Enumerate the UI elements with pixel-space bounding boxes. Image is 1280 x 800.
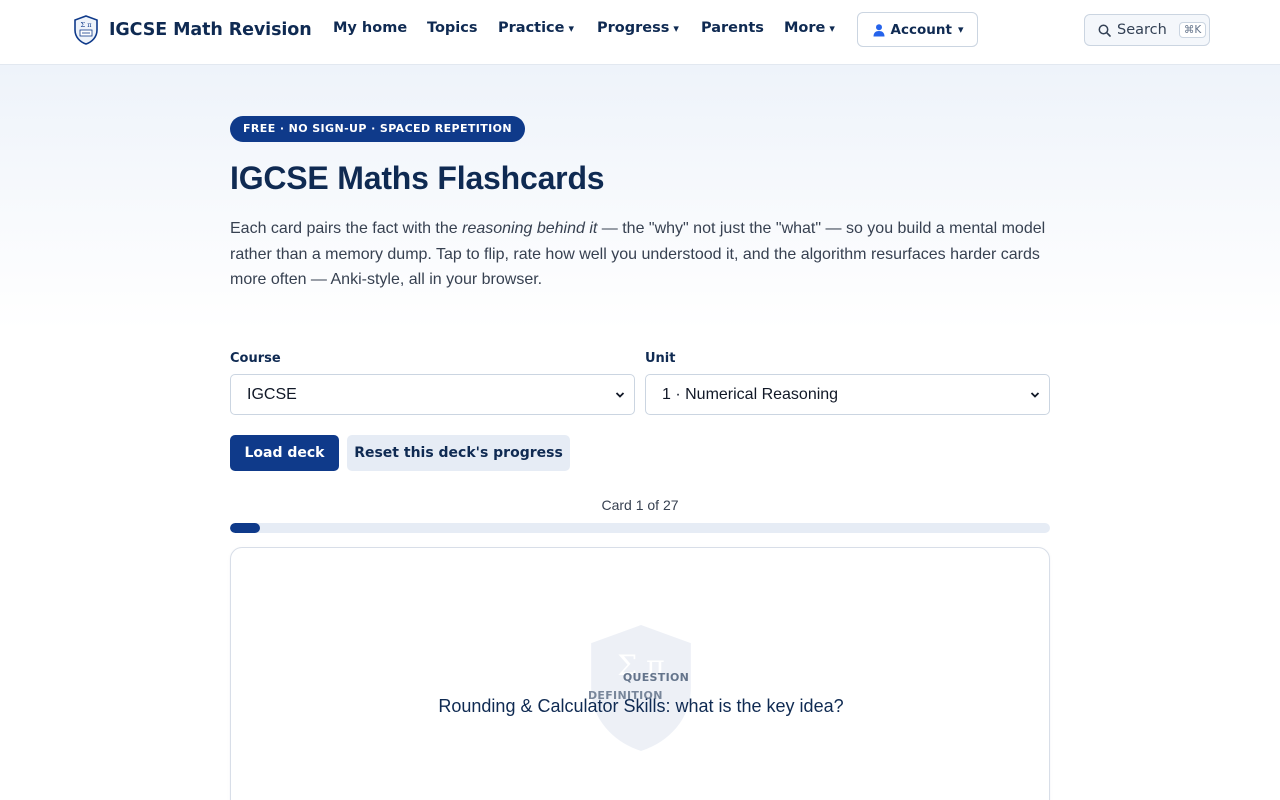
chevron-down-icon (615, 392, 625, 398)
nav-parents[interactable]: Parents (701, 20, 764, 36)
intro-emphasis: reasoning behind it (462, 220, 598, 237)
flashcard[interactable]: Σ π QUESTION DEFINITION Rounding & Calcu… (230, 547, 1050, 800)
search-button[interactable]: Search ⌘K (1084, 14, 1210, 46)
reset-progress-button[interactable]: Reset this deck's progress (347, 435, 570, 471)
course-label: Course (230, 351, 281, 366)
intro-paragraph: Each card pairs the fact with the reason… (230, 220, 1046, 288)
progress-bar (230, 523, 1050, 533)
brand-name: IGCSE Math Revision (109, 20, 312, 40)
chevron-down-icon: ▾ (673, 22, 679, 35)
nav-my-home[interactable]: My home (333, 20, 407, 36)
user-icon (873, 23, 885, 36)
course-select[interactable]: IGCSE (230, 374, 635, 415)
search-shortcut: ⌘K (1178, 22, 1207, 38)
page-title: IGCSE Maths Flashcards (230, 160, 605, 196)
card-side-label: QUESTION (622, 671, 690, 684)
card-counter: Card 1 of 27 (601, 497, 679, 513)
nav-more[interactable]: More ▾ (784, 20, 835, 36)
chevron-down-icon: ▾ (957, 23, 964, 36)
top-nav: Σ π IGCSE Math Revision My home Topics P… (0, 0, 1280, 65)
account-label: Account (890, 21, 952, 38)
crest-logo-icon: Σ π (74, 15, 98, 45)
load-deck-button[interactable]: Load deck (230, 435, 339, 471)
progress-fill (230, 523, 261, 533)
chevron-down-icon: ▾ (568, 22, 575, 35)
unit-select-value: 1 · Numerical Reasoning (662, 385, 839, 403)
card-question: Rounding & Calculator Skills: what is th… (438, 696, 844, 716)
search-label: Search (1117, 22, 1167, 38)
chevron-down-icon: ▾ (829, 22, 835, 35)
account-button[interactable]: Account ▾ (857, 12, 978, 47)
course-select-value: IGCSE (247, 385, 297, 403)
svg-text:Σ π: Σ π (81, 21, 93, 29)
search-icon (1098, 24, 1111, 37)
unit-label: Unit (645, 351, 676, 366)
nav-practice[interactable]: Practice ▾ (498, 20, 574, 36)
nav-progress[interactable]: Progress ▾ (597, 20, 679, 36)
nav-topics[interactable]: Topics (427, 20, 478, 36)
chevron-down-icon (1030, 392, 1040, 398)
crest-watermark-icon: Σ π (591, 625, 691, 751)
brand-link[interactable]: Σ π IGCSE Math Revision (73, 15, 312, 45)
feature-pill: FREE · NO SIGN-UP · SPACED REPETITION (230, 116, 526, 142)
unit-select[interactable]: 1 · Numerical Reasoning (645, 374, 1050, 415)
